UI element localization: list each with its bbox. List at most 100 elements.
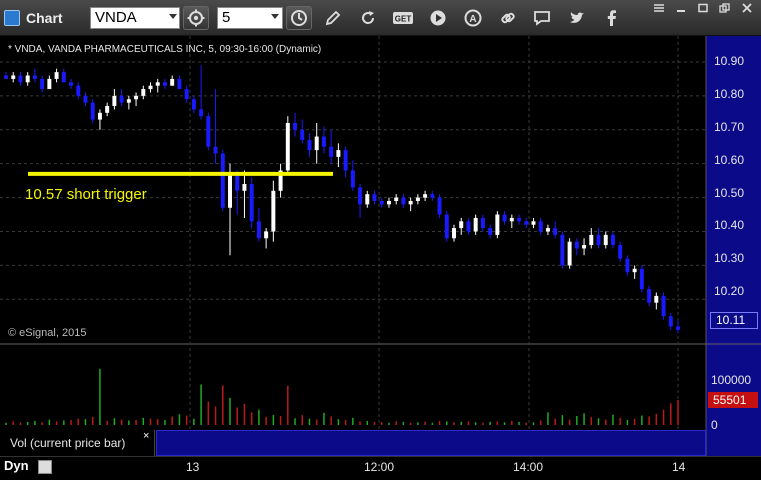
candle-body — [466, 221, 471, 232]
close-study-button[interactable]: × — [143, 430, 149, 442]
y-tick-label: 10.60 — [714, 153, 745, 167]
chart-caption: * VNDA, VANDA PHARMACEUTICALS INC, 5, 09… — [8, 44, 322, 55]
candle-body — [502, 214, 507, 222]
y-tick-label: 10.90 — [714, 54, 745, 68]
play-button[interactable] — [427, 8, 449, 28]
candle-body — [618, 245, 623, 259]
candle-body — [76, 85, 81, 96]
candle-body — [54, 72, 59, 79]
volume-tick-label: 0 — [711, 418, 718, 432]
candle-body — [271, 190, 276, 232]
candle-body — [372, 194, 377, 201]
candle-body — [517, 217, 522, 222]
copyright-label: © eSignal, 2015 — [8, 327, 87, 339]
alert-button[interactable]: A — [462, 8, 484, 28]
candle-body — [213, 146, 218, 154]
chevron-down-icon[interactable] — [271, 14, 279, 19]
candle-body — [668, 316, 673, 327]
price-chart[interactable] — [0, 36, 761, 456]
close-button[interactable] — [738, 1, 756, 15]
comment-button[interactable] — [531, 8, 553, 28]
draw-button[interactable] — [322, 8, 344, 28]
symbol-value: VNDA — [95, 9, 137, 26]
candle-body — [632, 268, 637, 273]
candle-body — [4, 75, 8, 79]
candle-body — [191, 99, 196, 110]
minimize-button[interactable] — [672, 1, 690, 15]
x-tick-label: 14:00 — [513, 460, 544, 474]
candle-body — [610, 234, 615, 246]
maximize-button[interactable] — [694, 1, 712, 15]
candle-body — [423, 194, 428, 198]
y-tick-label: 10.70 — [714, 120, 745, 134]
last-volume-badge: 55501 — [708, 392, 758, 408]
candle-body — [256, 221, 261, 239]
volume-study-bar — [156, 430, 706, 456]
candle-body — [654, 295, 659, 303]
candle-body — [264, 231, 269, 239]
app-title-label: Chart — [26, 10, 63, 26]
candle-body — [228, 173, 232, 208]
get-button[interactable]: GET — [392, 8, 414, 28]
candle-body — [415, 197, 420, 201]
lock-icon[interactable] — [38, 460, 52, 474]
candle-body — [661, 295, 666, 317]
time-button[interactable] — [286, 6, 312, 30]
candle-body — [285, 122, 290, 171]
dynamic-mode-label[interactable]: Dyn — [4, 458, 29, 473]
facebook-button[interactable] — [601, 8, 623, 28]
link-button[interactable] — [497, 8, 519, 28]
settings-button[interactable] — [183, 6, 209, 30]
candle-body — [603, 234, 608, 246]
y-tick-label: 10.40 — [714, 218, 745, 232]
candle-body — [242, 184, 247, 191]
window-menu-button[interactable] — [650, 1, 668, 15]
candle-body — [235, 173, 240, 191]
candle-body — [18, 75, 23, 83]
menu-icon — [654, 4, 664, 12]
y-tick-label: 10.20 — [714, 284, 745, 298]
pencil-icon — [325, 10, 341, 26]
candle-body — [112, 95, 117, 107]
y-tick-label: 10.30 — [714, 251, 745, 265]
x-tick-label: 13 — [186, 460, 200, 474]
candle-body — [184, 89, 189, 100]
candle-body — [560, 234, 565, 266]
chevron-down-icon[interactable] — [169, 14, 177, 19]
symbol-input[interactable]: VNDA — [90, 7, 180, 29]
candle-body — [394, 197, 399, 201]
volume-study-label[interactable]: Vol (current price bar) — [0, 430, 155, 456]
candle-body — [589, 234, 594, 246]
comment-icon — [534, 11, 550, 26]
float-button[interactable] — [716, 1, 734, 15]
candle-body — [105, 106, 110, 113]
candle-body — [379, 200, 384, 205]
candle-body — [126, 99, 131, 103]
candle-body — [531, 221, 536, 225]
candle-body — [40, 78, 45, 90]
facebook-icon — [607, 10, 616, 26]
y-tick-label: 10.80 — [714, 87, 745, 101]
candle-body — [509, 217, 514, 222]
candle-body — [220, 153, 225, 208]
interval-input[interactable]: 5 — [217, 7, 283, 29]
candle-body — [134, 95, 139, 100]
candle-body — [155, 82, 160, 86]
candle-body — [459, 221, 464, 229]
candle-body — [83, 95, 88, 103]
candle-body — [336, 150, 341, 157]
twitter-button[interactable] — [566, 8, 588, 28]
candle-body — [61, 72, 66, 83]
candle-body — [329, 146, 334, 157]
candle-body — [32, 75, 37, 79]
candle-body — [177, 78, 182, 90]
candle-body — [596, 234, 601, 246]
refresh-button[interactable] — [357, 8, 379, 28]
candle-body — [567, 241, 572, 266]
alert-icon: A — [464, 9, 482, 27]
candle-body — [47, 78, 52, 90]
app-title[interactable]: Chart — [4, 8, 63, 28]
candle-body — [524, 221, 529, 225]
close-icon — [742, 3, 752, 13]
candle-body — [401, 197, 406, 205]
